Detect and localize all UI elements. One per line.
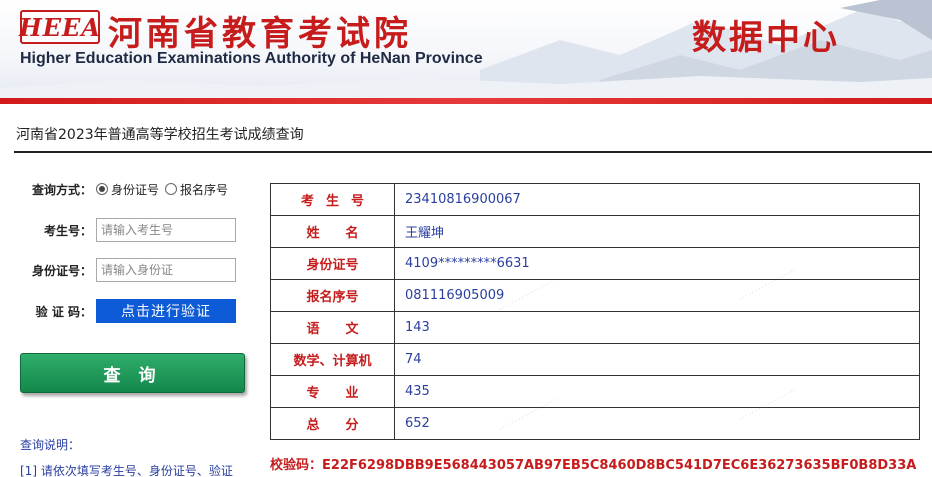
exam-no-input[interactable] (96, 218, 236, 242)
result-key: 姓名 (270, 215, 395, 248)
verify-label: 验 证 码： (35, 304, 92, 319)
result-key: 数学、计算机 (270, 343, 395, 376)
table-row: 考生号 23410816900067 (270, 183, 920, 216)
result-value: 23410816900067 (394, 183, 920, 216)
verify-row: 验 证 码： 点击进行验证 (0, 298, 236, 324)
result-value: 652 (394, 407, 920, 440)
data-center-title: 数据中心 (692, 18, 840, 58)
table-row: 总分 652 (270, 407, 920, 440)
help-item: [1] 请依次填写考生号、身份证号、验证 (20, 464, 233, 477)
page-title: 河南省2023年普通高等学校招生考试成绩查询 (16, 127, 304, 143)
query-mode-radio-group: 身份证号 报名序号 (96, 181, 234, 198)
org-name: 河南省教育考试院 (108, 14, 412, 54)
query-button[interactable]: 查 询 (20, 353, 245, 393)
query-mode-label: 查询方式： (31, 182, 92, 197)
title-divider (14, 151, 932, 153)
help-title: 查询说明： (20, 438, 81, 452)
heea-logo: HEEA (19, 10, 100, 44)
result-key: 报名序号 (270, 279, 395, 312)
table-row: 专业 435 (270, 375, 920, 408)
id-no-row: 身份证号： (0, 257, 236, 283)
banner-divider (0, 98, 932, 104)
radio-id-card[interactable]: 身份证号 (96, 181, 159, 198)
result-key: 身份证号 (270, 247, 395, 280)
radio-checked-icon[interactable] (96, 183, 108, 195)
radio-registration-no-label: 报名序号 (180, 182, 229, 197)
result-value: 74 (394, 343, 920, 376)
result-key: 总分 (270, 407, 395, 440)
table-row: 报名序号 081116905009 (270, 279, 920, 312)
score-result-table: 考生号 23410816900067 姓名 王耀坤 身份证号 4109*****… (270, 183, 920, 440)
radio-id-card-label: 身份证号 (111, 182, 160, 197)
radio-unchecked-icon[interactable] (165, 183, 178, 195)
table-row: 身份证号 4109*********6631 (270, 247, 920, 280)
result-value: 081116905009 (394, 279, 920, 312)
exam-no-row: 考生号： (0, 217, 236, 243)
table-row: 姓名 王耀坤 (270, 215, 920, 248)
result-key: 专业 (270, 375, 395, 408)
result-value: 王耀坤 (394, 215, 920, 248)
id-no-input[interactable] (96, 258, 236, 282)
verify-button[interactable]: 点击进行验证 (96, 299, 236, 323)
result-key: 考生号 (270, 183, 395, 216)
radio-registration-no[interactable]: 报名序号 (165, 181, 228, 198)
id-no-label: 身份证号： (31, 263, 92, 278)
header-banner: HEEA 河南省教育考试院 Higher Education Examinati… (0, 0, 932, 104)
result-value: 143 (394, 311, 920, 344)
checksum-label: 校验码： (270, 458, 323, 473)
query-mode-row: 查询方式： 身份证号 报名序号 (0, 176, 234, 202)
exam-no-label: 考生号： (43, 223, 92, 238)
checksum: 校验码：E22F6298DBB9E568443057AB97EB5C8460D8… (270, 454, 916, 473)
table-row: 语文 143 (270, 311, 920, 344)
result-key: 语文 (270, 311, 395, 344)
org-name-english: Higher Education Examinations Authority … (20, 50, 483, 67)
table-row: 数学、计算机 74 (270, 343, 920, 376)
result-value: 435 (394, 375, 920, 408)
checksum-value: E22F6298DBB9E568443057AB97EB5C8460D8BC54… (322, 458, 917, 473)
result-value: 4109*********6631 (394, 247, 920, 280)
